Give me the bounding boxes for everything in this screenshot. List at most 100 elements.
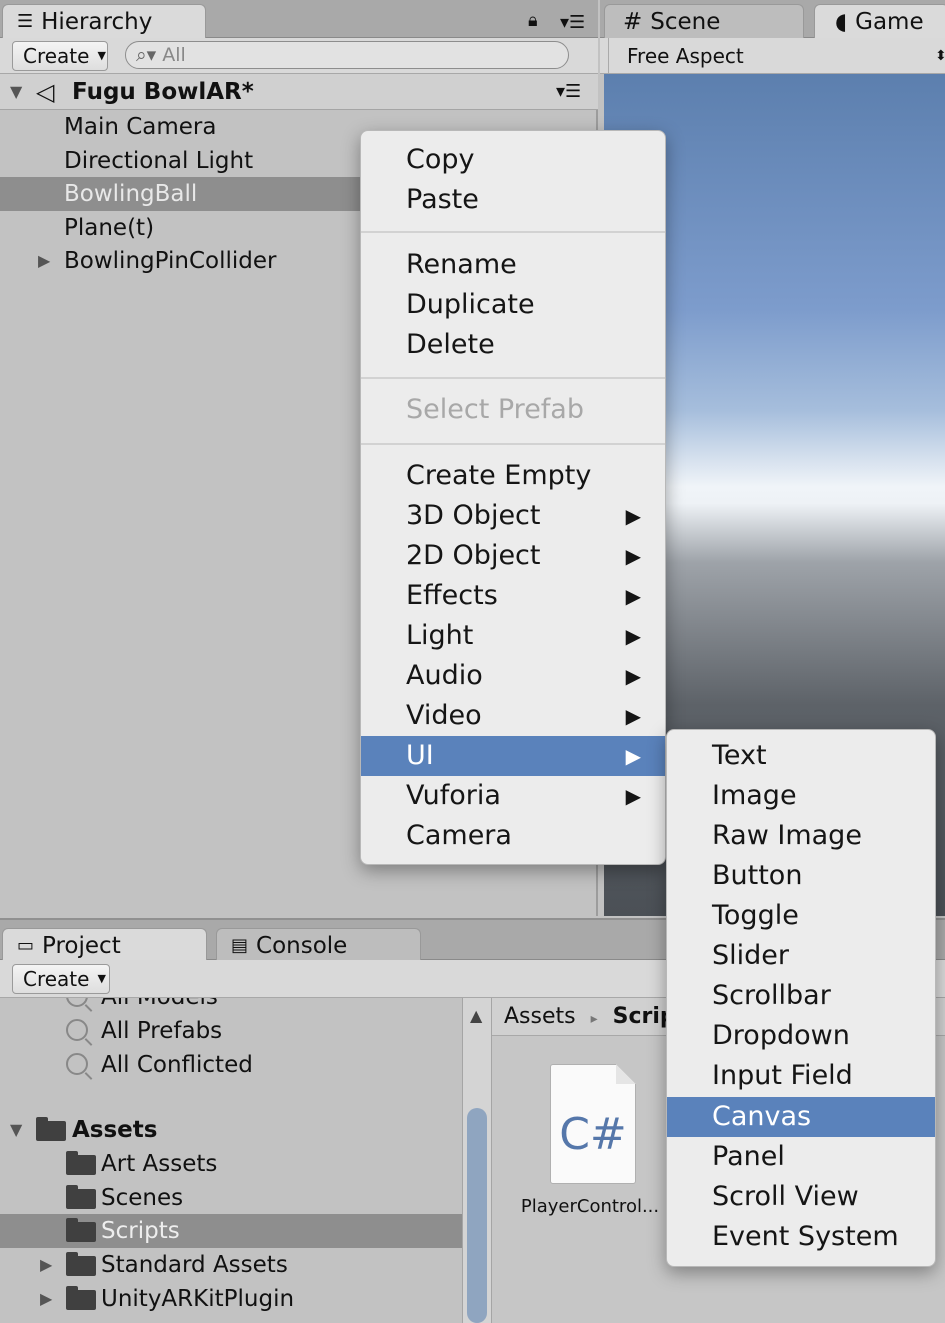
favorite-item-label: All Prefabs (101, 1018, 223, 1044)
search-icon (66, 1053, 88, 1075)
favorite-item[interactable]: All Prefabs (0, 1014, 462, 1048)
lock-icon[interactable]: 🔒︎ (528, 10, 538, 31)
scroll-up-icon[interactable]: ▲ (470, 1006, 482, 1025)
menu-item-label: UI (406, 740, 434, 771)
breadcrumb-separator-icon: ▸ (590, 1011, 598, 1027)
menu-item-label: Audio (406, 660, 483, 691)
submenu-item-raw-image[interactable]: Raw Image (667, 816, 935, 856)
favorite-item[interactable]: All Conflicted (0, 1048, 462, 1082)
submenu-item-event-system[interactable]: Event System (667, 1217, 935, 1257)
submenu-item-scrollbar[interactable]: Scrollbar (667, 976, 935, 1016)
hierarchy-search-input[interactable]: ⌕▾ All (125, 41, 569, 69)
search-icon: ⌕▾ (136, 44, 157, 66)
menu-item-label: Input Field (712, 1060, 853, 1091)
menu-item-3d-object[interactable]: 3D Object ▶ (361, 496, 665, 536)
tab-console-label: Console (256, 932, 348, 959)
scene-header-row[interactable]: ▼ ◁ Fugu BowlAR* ▾☰ (0, 74, 598, 110)
folder-item[interactable]: ▶ UnityARKitPlugin (0, 1282, 462, 1316)
menu-item-effects[interactable]: Effects ▶ (361, 576, 665, 616)
submenu-item-canvas[interactable]: Canvas (667, 1097, 935, 1137)
tab-project-label: Project (42, 932, 121, 959)
scene-menu-icon[interactable]: ▾☰ (556, 74, 581, 110)
menu-item-label: Text (712, 740, 767, 771)
menu-item-rename[interactable]: Rename (361, 245, 665, 285)
submenu-item-slider[interactable]: Slider (667, 936, 935, 976)
submenu-item-button[interactable]: Button (667, 856, 935, 896)
folder-item[interactable]: Scenes (0, 1181, 462, 1215)
tab-hierarchy[interactable]: ☰ Hierarchy (2, 4, 206, 38)
favorite-item[interactable]: All Models (0, 998, 462, 1014)
submenu-arrow-icon: ▶ (625, 624, 641, 648)
folder-icon (66, 1218, 96, 1242)
submenu-item-scroll-view[interactable]: Scroll View (667, 1177, 935, 1217)
menu-item-label: Copy (406, 144, 475, 175)
menu-item-camera[interactable]: Camera (361, 816, 665, 856)
tab-project[interactable]: ▭ Project (2, 928, 207, 962)
folder-item[interactable]: ▶ Standard Assets (0, 1248, 462, 1282)
menu-item-label: Canvas (712, 1101, 812, 1132)
tab-scene[interactable]: # Scene (604, 4, 804, 38)
csharp-file-icon[interactable]: C# (550, 1064, 636, 1184)
submenu-item-text[interactable]: Text (667, 736, 935, 776)
menu-item-copy[interactable]: Copy (361, 140, 665, 180)
expand-triangle-icon[interactable]: ▼ (10, 74, 22, 110)
menu-item-paste[interactable]: Paste (361, 180, 665, 220)
submenu-arrow-icon: ▶ (625, 744, 641, 768)
menu-item-label: Effects (406, 580, 498, 611)
menu-item-label: Paste (406, 184, 479, 215)
hierarchy-item-label: Plane(t) (64, 215, 155, 241)
submenu-item-panel[interactable]: Panel (667, 1137, 935, 1177)
folder-item[interactable]: Art Assets (0, 1147, 462, 1181)
menu-item-label: Rename (406, 249, 517, 280)
project-create-button[interactable]: Create ▼ (12, 964, 110, 994)
tab-console[interactable]: ▤ Console (216, 928, 421, 962)
create-button-label: Create (23, 44, 90, 68)
expand-triangle-icon[interactable]: ▶ (40, 1282, 52, 1316)
submenu-arrow-icon: ▶ (625, 584, 641, 608)
menu-item-light[interactable]: Light ▶ (361, 616, 665, 656)
scrollbar-thumb[interactable] (467, 1108, 487, 1323)
submenu-item-input-field[interactable]: Input Field (667, 1056, 935, 1096)
expand-triangle-icon[interactable]: ▼ (10, 1113, 22, 1147)
folder-icon (36, 1117, 66, 1141)
menu-item-video[interactable]: Video ▶ (361, 696, 665, 736)
assets-root-item[interactable]: ▼ Assets (0, 1113, 462, 1147)
menu-item-audio[interactable]: Audio ▶ (361, 656, 665, 696)
submenu-arrow-icon: ▶ (625, 544, 641, 568)
menu-item-label: Duplicate (406, 289, 535, 320)
panel-menu-icon[interactable]: ▾☰ (560, 12, 585, 33)
hierarchy-create-button[interactable]: Create ▼ (12, 41, 108, 71)
tab-scene-label: Scene (650, 8, 721, 35)
context-menu: Copy Paste Rename Duplicate Delete Selec… (360, 130, 666, 865)
hierarchy-item-label: Directional Light (64, 148, 254, 174)
menu-item-label: Button (712, 860, 803, 891)
menu-item-ui[interactable]: UI ▶ (361, 736, 665, 776)
project-tree-scrollbar[interactable]: ▲ (462, 998, 492, 1323)
submenu-item-image[interactable]: Image (667, 776, 935, 816)
menu-item-2d-object[interactable]: 2D Object ▶ (361, 536, 665, 576)
ui-submenu: Text Image Raw Image Button Toggle Slide… (666, 729, 936, 1267)
aspect-dropdown[interactable]: Free Aspect ⬍ (608, 38, 945, 73)
submenu-item-dropdown[interactable]: Dropdown (667, 1016, 935, 1056)
game-toolbar: Free Aspect ⬍ (600, 38, 945, 74)
submenu-item-toggle[interactable]: Toggle (667, 896, 935, 936)
chevron-down-icon: ▼ (97, 972, 106, 985)
console-icon: ▤ (231, 934, 249, 956)
expand-triangle-icon[interactable]: ▶ (38, 244, 50, 278)
search-placeholder: All (162, 44, 186, 66)
submenu-arrow-icon: ▶ (625, 664, 641, 688)
menu-separator (361, 231, 665, 233)
folder-item-selected[interactable]: Scripts (0, 1214, 462, 1248)
menu-item-duplicate[interactable]: Duplicate (361, 285, 665, 325)
assets-root-label: Assets (72, 1117, 158, 1143)
menu-item-vuforia[interactable]: Vuforia ▶ (361, 776, 665, 816)
menu-item-delete[interactable]: Delete (361, 325, 665, 365)
menu-item-create-empty[interactable]: Create Empty (361, 456, 665, 496)
breadcrumb-item[interactable]: Assets (504, 1004, 576, 1029)
search-icon (66, 1019, 88, 1041)
project-folder-tree: All Models All Prefabs All Conflicted ▼ … (0, 998, 462, 1323)
aspect-dropdown-label: Free Aspect (627, 44, 744, 68)
expand-triangle-icon[interactable]: ▶ (40, 1248, 52, 1282)
pacman-icon: ◖ (835, 8, 848, 35)
tab-game[interactable]: ◖ Game (814, 4, 945, 38)
